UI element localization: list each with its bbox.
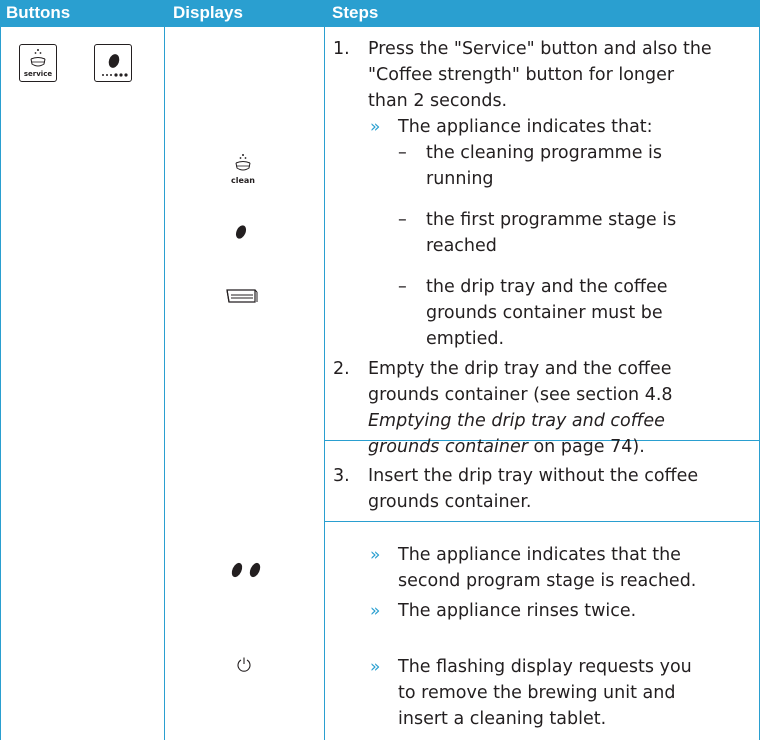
step-3-result-2: The appliance rinses twice.	[398, 601, 637, 621]
result-3-line-2: to remove the brewing unit and	[398, 683, 676, 703]
step-2-line-4: grounds container on page 74).	[368, 434, 673, 460]
display-clean: clean	[228, 153, 258, 185]
detail-3-line-1: the drip tray and the coffee	[426, 277, 668, 297]
detail-2-line-1: the first programme stage is	[426, 210, 677, 230]
step-3-line-1: Insert the drip tray without the coffee	[368, 466, 699, 486]
step-1-text: Press the "Service" button and also the …	[368, 36, 712, 114]
page-reference: on page 74).	[527, 437, 645, 457]
step-2-line-3: Emptying the drip tray and coffee	[368, 411, 665, 431]
table-border-left	[0, 27, 1, 740]
step-2-line-1: Empty the drip tray and the coffee	[368, 359, 672, 379]
step-2-number: 2.	[333, 359, 350, 379]
dash-glyph: –	[398, 210, 407, 230]
detail-3-line-3: emptied.	[426, 329, 505, 349]
result-3-line-1: The flashing display requests you	[398, 657, 692, 677]
detail-1-line-1: the cleaning programme is	[426, 143, 663, 163]
header-displays: Displays	[173, 3, 243, 22]
drip-tray-icon	[226, 289, 258, 303]
step-3-number: 3.	[333, 466, 350, 486]
power-icon	[237, 657, 251, 672]
clean-label: clean	[230, 176, 255, 185]
result-arrow: »	[370, 601, 381, 621]
step-1-line-3: than 2 seconds.	[368, 91, 508, 111]
result-1-line-2: second program stage is reached.	[398, 571, 697, 591]
step-divider-2	[325, 521, 760, 522]
column-divider-2	[324, 27, 325, 740]
step-2-line-2: grounds container (see section 4.8	[368, 385, 673, 405]
result-arrow: »	[370, 657, 381, 677]
step-1-line-2: "Coffee strength" button for longer	[368, 65, 675, 85]
step-1-detail-2: the first programme stage is reached	[426, 207, 676, 259]
detail-1-line-2: running	[426, 169, 494, 189]
result-arrow: »	[370, 117, 381, 137]
step-3-line-2: grounds container.	[368, 492, 532, 512]
service-label: service	[23, 70, 53, 78]
header-steps: Steps	[332, 3, 379, 22]
detail-2-line-2: reached	[426, 236, 497, 256]
step-3-text: Insert the drip tray without the coffee …	[368, 463, 698, 515]
step-2-text: Empty the drip tray and the coffee groun…	[368, 356, 673, 460]
section-reference-link[interactable]: grounds container	[368, 437, 528, 457]
step-1-result: The appliance indicates that:	[398, 117, 653, 137]
dash-glyph: –	[398, 277, 407, 297]
step-1-detail-1: the cleaning programme is running	[426, 140, 662, 192]
cup-steam-icon	[235, 154, 251, 171]
step-3-result-1: The appliance indicates that the second …	[398, 542, 696, 594]
result-arrow: »	[370, 545, 381, 565]
coffee-strength-button[interactable]	[94, 44, 132, 82]
two-coffee-beans-icon	[231, 562, 261, 578]
service-button[interactable]: service	[19, 44, 57, 82]
cup-steam-icon	[30, 49, 46, 67]
instruction-table: Buttons Displays Steps service clean 1. …	[0, 0, 760, 740]
detail-3-line-2: grounds container must be	[426, 303, 663, 323]
result-3-line-3: insert a cleaning tablet.	[398, 709, 607, 729]
coffee-bean-strength-icon	[102, 54, 128, 77]
step-3-result-3: The flashing display requests you to rem…	[398, 654, 692, 732]
step-1-number: 1.	[333, 39, 350, 59]
header-buttons: Buttons	[6, 3, 71, 22]
coffee-bean-icon	[235, 225, 247, 239]
column-divider-1	[164, 27, 165, 740]
table-header: Buttons Displays Steps	[0, 0, 760, 27]
dash-glyph: –	[398, 143, 407, 163]
step-1-line-1: Press the "Service" button and also the	[368, 39, 712, 59]
result-1-line-1: The appliance indicates that the	[398, 545, 681, 565]
step-1-detail-3: the drip tray and the coffee grounds con…	[426, 274, 668, 352]
